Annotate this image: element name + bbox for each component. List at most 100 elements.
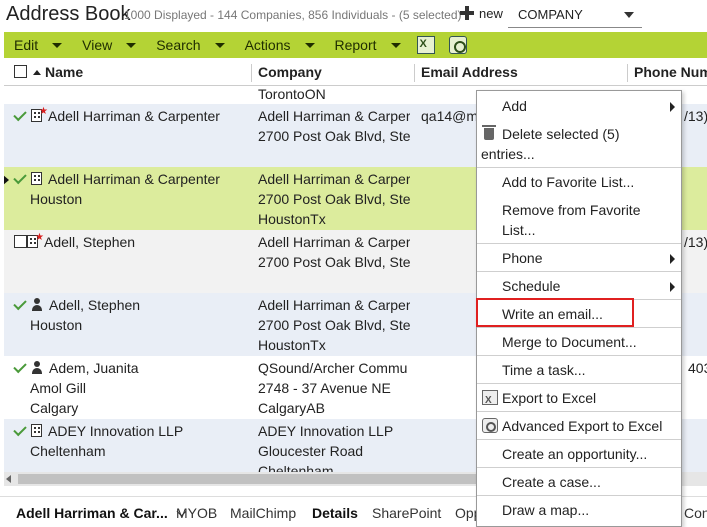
menu-divider: [477, 411, 681, 412]
highlight-annotation: [476, 298, 634, 327]
column-divider[interactable]: [414, 64, 415, 82]
caret-down-icon: [390, 42, 401, 48]
menu-item-advanced-export[interactable]: Advanced Export to Excel: [477, 416, 681, 438]
phone-cell: 403: [688, 360, 707, 376]
column-company[interactable]: Company: [258, 64, 322, 80]
tab-sharepoint[interactable]: SharePoint: [372, 505, 441, 521]
trash-icon: [482, 125, 496, 140]
menu-edit[interactable]: Edit: [4, 32, 72, 58]
name-cell: Adell, Stephen: [14, 232, 135, 252]
menu-search[interactable]: Search: [146, 32, 234, 58]
menu-item-schedule[interactable]: Schedule: [477, 276, 681, 298]
tab-con[interactable]: Con: [684, 505, 707, 521]
menu-divider: [477, 383, 681, 384]
new-button[interactable]: new: [459, 5, 503, 21]
sort-ascending-icon: [33, 69, 41, 75]
column-divider[interactable]: [251, 64, 252, 82]
menu-item-phone[interactable]: Phone: [477, 248, 681, 270]
new-label: new: [479, 5, 503, 21]
menu-item-remove-favorite[interactable]: Remove from Favorite List...: [477, 200, 681, 242]
menu-divider: [477, 355, 681, 356]
tab-myob[interactable]: MYOB: [176, 505, 217, 521]
column-phone[interactable]: Phone Num: [634, 64, 707, 80]
column-divider[interactable]: [627, 64, 628, 82]
menu-item-delete-selected[interactable]: Delete selected (5) entries...: [477, 124, 681, 166]
column-name[interactable]: Name: [14, 64, 83, 80]
column-email[interactable]: Email Address: [421, 64, 518, 80]
person-icon: [31, 361, 43, 375]
company-cell: Adell Harriman & Carper 2700 Post Oak Bl…: [258, 234, 410, 270]
name-cell: ADEY Innovation LLP Cheltenham: [12, 421, 183, 461]
name-cell: Adell, Stephen Houston: [12, 295, 140, 335]
toolbar: Edit View Search Actions Report: [4, 32, 707, 58]
email-cell[interactable]: qa14@m: [421, 106, 478, 126]
record-summary: 1000 Displayed - 144 Companies, 856 Indi…: [124, 8, 462, 22]
menu-item-add-favorite[interactable]: Add to Favorite List...: [477, 172, 681, 194]
company-icon: [31, 424, 42, 438]
company-cell: Adell Harriman & Carper 2700 Post Oak Bl…: [258, 171, 410, 227]
company-cell: TorontoON: [258, 86, 326, 102]
plus-icon: [459, 5, 475, 21]
header: Address Book 1000 Displayed - 144 Compan…: [0, 0, 707, 32]
caret-down-icon: [52, 42, 63, 48]
scrollbar-thumb[interactable]: [18, 474, 498, 484]
record-type-select[interactable]: COMPANY: [508, 2, 642, 28]
tab-mailchimp[interactable]: MailChimp: [230, 505, 296, 521]
check-icon: [13, 108, 27, 122]
menu-divider: [477, 167, 681, 168]
company-cell: Adell Harriman & Carper 2700 Post Oak Bl…: [258, 108, 410, 144]
name-cell: Adell Harriman & Carpenter Houston: [12, 169, 220, 209]
caret-down-icon: [304, 42, 315, 48]
menu-divider: [477, 439, 681, 440]
grid-header: Name Company Email Address Phone Num: [4, 60, 707, 86]
current-record-selector[interactable]: Adell Harriman & Car...: [16, 505, 187, 521]
menu-item-export-excel[interactable]: Export to Excel: [477, 388, 681, 411]
phone-cell: /13): [684, 108, 707, 124]
menu-item-merge-document[interactable]: Merge to Document...: [477, 332, 681, 354]
menu-divider: [477, 495, 681, 496]
advanced-export-icon[interactable]: [448, 36, 467, 54]
record-type-value: COMPANY: [518, 7, 583, 22]
menu-divider: [477, 243, 681, 244]
excel-icon: [482, 390, 498, 411]
submenu-arrow-icon: [670, 254, 675, 264]
check-icon: [13, 171, 27, 185]
name-cell: Adell Harriman & Carpenter: [12, 106, 220, 126]
menu-divider: [477, 271, 681, 272]
select-all-checkbox[interactable]: [14, 65, 27, 78]
menu-item-create-opportunity[interactable]: Create an opportunity...: [477, 444, 681, 466]
company-icon: [31, 172, 42, 186]
menu-item-create-case[interactable]: Create a case...: [477, 472, 681, 494]
caret-down-icon: [126, 42, 137, 48]
check-icon: [13, 423, 27, 437]
row-checkbox[interactable]: [14, 235, 27, 248]
menu-view[interactable]: View: [72, 32, 146, 58]
company-cell: QSound/Archer Commu 2748 - 37 Avenue NE …: [258, 360, 408, 416]
company-starred-icon: [27, 232, 44, 249]
company-cell: ADEY Innovation LLP Gloucester Road Chel…: [258, 423, 394, 472]
caret-down-icon: [214, 42, 225, 48]
menu-divider: [477, 467, 681, 468]
menu-item-draw-map[interactable]: Draw a map...: [477, 500, 681, 522]
name-cell: Adem, Juanita Amol Gill Calgary: [12, 358, 139, 418]
excel-export-icon[interactable]: [416, 36, 435, 54]
advanced-export-icon: [482, 418, 498, 433]
check-icon: [13, 297, 27, 311]
menu-report[interactable]: Report: [325, 32, 411, 58]
caret-down-icon: [624, 12, 634, 18]
menu-item-add[interactable]: Add: [477, 96, 681, 118]
scroll-left-icon[interactable]: [6, 475, 11, 483]
current-row-marker-icon: [4, 174, 9, 186]
company-cell: Adell Harriman & Carper 2700 Post Oak Bl…: [258, 297, 410, 353]
menu-item-time-task[interactable]: Time a task...: [477, 360, 681, 382]
submenu-arrow-icon: [670, 102, 675, 112]
menu-actions[interactable]: Actions: [235, 32, 325, 58]
person-icon: [31, 298, 43, 312]
check-icon: [13, 360, 27, 374]
page-title: Address Book: [6, 3, 131, 25]
submenu-arrow-icon: [670, 282, 675, 292]
menu-divider: [477, 327, 681, 328]
phone-cell: /13): [684, 234, 707, 250]
tab-details[interactable]: Details: [312, 505, 358, 521]
company-starred-icon: [31, 106, 48, 123]
